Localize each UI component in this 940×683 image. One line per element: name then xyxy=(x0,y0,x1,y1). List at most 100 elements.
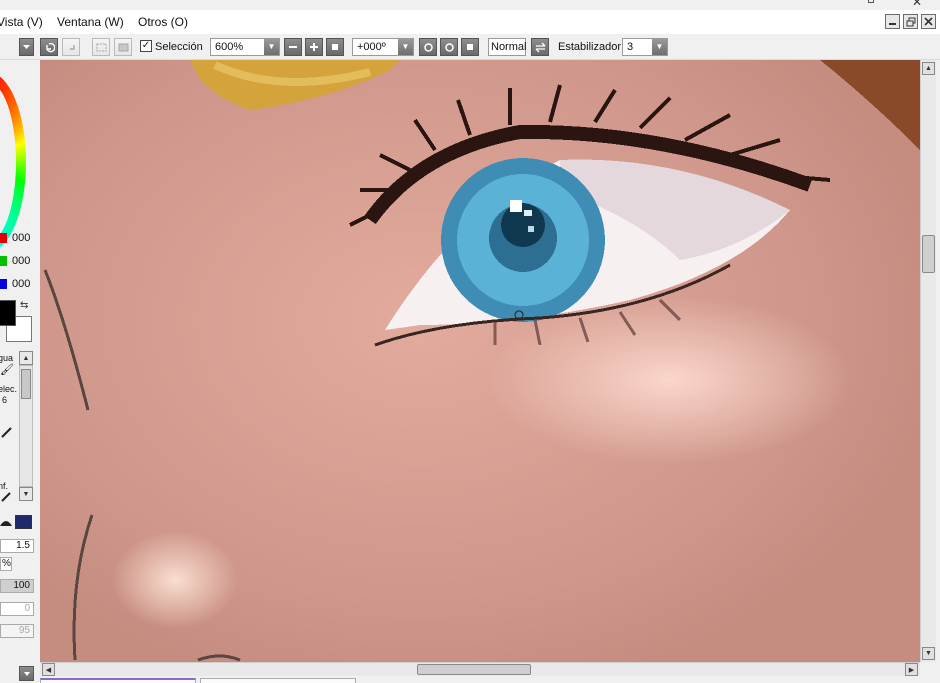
blue-swatch xyxy=(0,279,7,289)
close-icon[interactable] xyxy=(921,14,936,29)
blue-channel-row: 000 xyxy=(0,277,38,291)
green-value[interactable]: 000 xyxy=(12,255,30,267)
zoom-reset-button[interactable] xyxy=(326,38,344,56)
chevron-down-icon: ▼ xyxy=(398,39,413,55)
selection-checkbox[interactable]: ✓ xyxy=(140,40,152,52)
toolbar: ✓ Selección 600% ▼ +000º ▼ Normal Estabi… xyxy=(0,34,940,60)
menu-window[interactable]: Ventana (W) xyxy=(57,15,124,29)
brush-shape-square[interactable] xyxy=(15,515,32,529)
red-channel-row: 000 xyxy=(0,231,38,245)
brush-density-value[interactable]: 100 xyxy=(0,579,34,593)
rotate-left-icon xyxy=(423,42,433,52)
water-brush-icon[interactable]: 🖌 xyxy=(0,363,14,376)
selection-label: Selección xyxy=(155,41,203,53)
red-value[interactable]: 000 xyxy=(12,232,30,244)
cheek-contour xyxy=(43,269,90,411)
menu-other[interactable]: Otros (O) xyxy=(138,15,188,29)
plus-icon xyxy=(310,43,318,51)
tool-scroll-up-button[interactable]: ▲ xyxy=(19,351,33,365)
document-tab-active[interactable] xyxy=(40,678,196,683)
nose-contour xyxy=(72,514,94,661)
vertical-scroll-thumb[interactable] xyxy=(922,235,935,273)
rotation-reset-button[interactable] xyxy=(461,38,479,56)
minimize-icon[interactable] xyxy=(885,14,900,29)
drawing-canvas-frame xyxy=(40,60,920,662)
panel-dropdown-button[interactable] xyxy=(19,38,34,56)
zoom-out-button[interactable] xyxy=(284,38,302,56)
invert-selection-button[interactable] xyxy=(114,38,132,56)
min-size-value[interactable]: 0 xyxy=(0,602,34,616)
square-icon xyxy=(467,44,473,50)
foreground-color-swatch[interactable] xyxy=(0,300,16,326)
red-swatch xyxy=(0,233,7,243)
nostril-contour xyxy=(197,654,241,662)
chevron-down-icon: ▼ xyxy=(652,39,667,55)
blur-tool-icon[interactable] xyxy=(0,491,14,506)
scroll-down-arrow-icon[interactable]: ▼ xyxy=(922,647,935,660)
undo-button[interactable] xyxy=(40,38,58,56)
min-density-value[interactable]: 95 xyxy=(0,624,34,638)
outer-close-icon[interactable]: ✕ xyxy=(912,0,922,9)
tool-select-label: elec. xyxy=(0,384,18,394)
rotate-right-button[interactable] xyxy=(440,38,458,56)
minus-icon xyxy=(289,46,297,48)
restore-icon[interactable] xyxy=(903,14,918,29)
canvas-horizontal-scrollbar[interactable]: ◀ ▶ xyxy=(40,662,920,676)
green-channel-row: 000 xyxy=(0,254,38,268)
document-tabs xyxy=(38,678,938,683)
scroll-left-arrow-icon[interactable]: ◀ xyxy=(42,663,55,676)
blend-mode-field[interactable]: Normal xyxy=(488,38,526,56)
pupil xyxy=(501,203,545,247)
rotate-right-icon xyxy=(444,42,454,52)
zoom-value: 600% xyxy=(215,41,244,53)
canvas-artwork xyxy=(43,60,920,662)
blue-value[interactable]: 000 xyxy=(12,278,30,290)
window-controls xyxy=(885,14,936,30)
zoom-select[interactable]: 600% ▼ xyxy=(210,38,280,56)
tool-list-scrollbar[interactable] xyxy=(19,365,33,487)
deselect-icon xyxy=(96,43,106,51)
stabilizer-value: 3 xyxy=(627,41,634,53)
redo-icon xyxy=(69,44,75,50)
menu-bar: Vista (V) Ventana (W) Otros (O) xyxy=(0,10,940,34)
tool-blur-label: nf. xyxy=(0,481,9,491)
invert-selection-icon xyxy=(118,43,128,51)
swap-colors-icon[interactable]: ⇆ xyxy=(20,300,28,311)
chevron-down-icon: ▼ xyxy=(264,39,279,55)
rotate-left-button[interactable] xyxy=(419,38,437,56)
window-frame-mark xyxy=(868,0,874,3)
eye-highlight-main xyxy=(510,200,522,212)
scroll-right-arrow-icon[interactable]: ▶ xyxy=(905,663,918,676)
rotation-value: +000º xyxy=(357,41,386,53)
tool-scroll-down-button[interactable]: ▼ xyxy=(19,487,33,501)
blend-mode-value: Normal xyxy=(491,41,527,53)
tool-select-label-2: 6 xyxy=(2,395,8,405)
brush-size-value[interactable]: 1.5 xyxy=(0,539,34,553)
canvas-vertical-scrollbar[interactable]: ▲ ▼ xyxy=(920,60,936,662)
brush-panel-dropdown-button[interactable] xyxy=(19,666,34,681)
tool-water-label: gua xyxy=(0,353,14,363)
tool-list-scroll-thumb[interactable] xyxy=(21,369,31,399)
horizontal-scroll-thumb[interactable] xyxy=(417,664,531,675)
scroll-up-arrow-icon[interactable]: ▲ xyxy=(922,62,935,75)
stabilizer-label: Estabilizador xyxy=(558,41,621,53)
pen-tool-icon[interactable] xyxy=(0,425,14,442)
document-tab[interactable] xyxy=(200,678,356,683)
left-tool-panel: 000 000 000 ⇆ gua 🖌 elec. 6 nf. ▲ ▼ 1.5 … xyxy=(0,60,38,683)
undo-icon xyxy=(45,42,55,52)
menu-view[interactable]: Vista (V) xyxy=(0,15,43,29)
eye-highlight-tiny xyxy=(528,226,534,232)
flip-button[interactable] xyxy=(531,38,549,56)
flip-icon xyxy=(535,42,545,52)
square-icon xyxy=(332,44,338,50)
brush-shape-round[interactable] xyxy=(0,516,12,527)
stabilizer-select[interactable]: 3 ▼ xyxy=(622,38,668,56)
redo-button[interactable] xyxy=(62,38,80,56)
rotation-select[interactable]: +000º ▼ xyxy=(352,38,414,56)
dark-hair-shape xyxy=(820,60,920,150)
deselect-button[interactable] xyxy=(92,38,110,56)
brush-size-unit[interactable]: % xyxy=(0,557,12,571)
zoom-in-button[interactable] xyxy=(305,38,323,56)
eye-highlight-small xyxy=(524,210,532,216)
drawing-canvas[interactable] xyxy=(40,60,920,662)
